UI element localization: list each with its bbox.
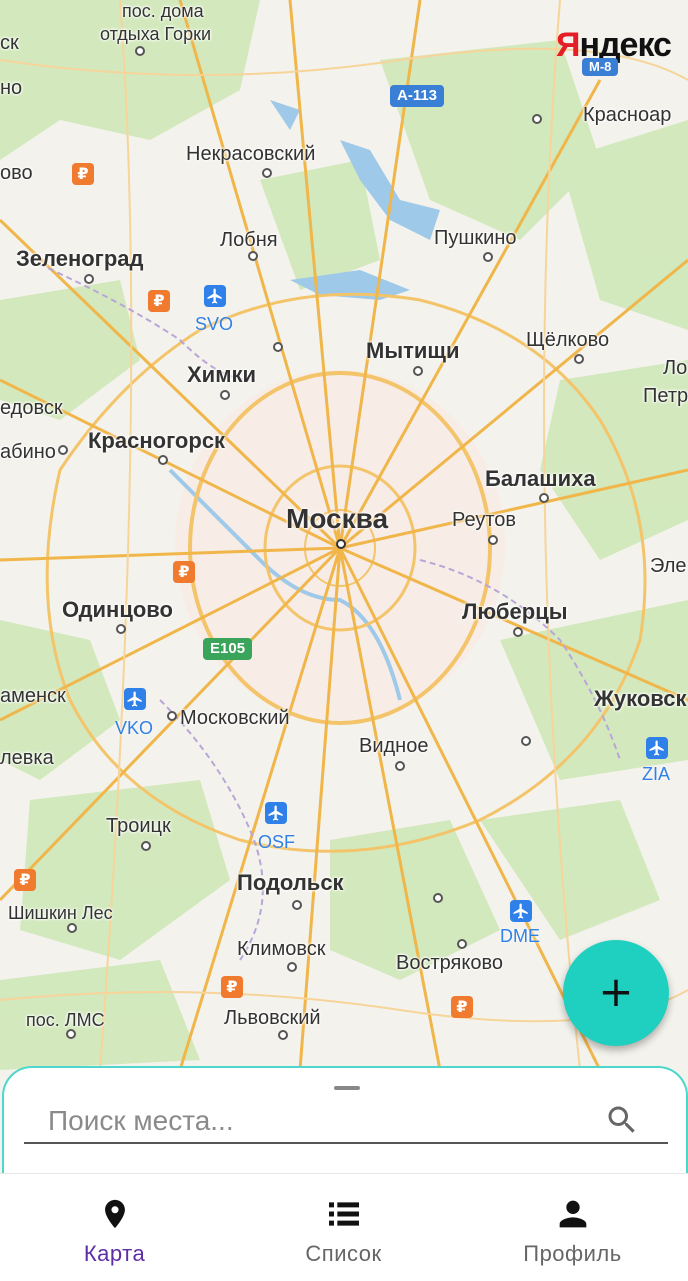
- place-label: пос. дома: [122, 1, 204, 21]
- place-label: отдыха Горки: [100, 24, 212, 44]
- place-label: но: [0, 77, 23, 99]
- nav-item-list[interactable]: Список: [229, 1174, 458, 1281]
- sheet-drag-handle[interactable]: [334, 1086, 360, 1090]
- place-dot: [574, 354, 584, 364]
- add-place-button[interactable]: +: [563, 940, 669, 1046]
- place-dot: [141, 841, 151, 851]
- place-label: Видное: [359, 735, 429, 757]
- airport-code: VKO: [115, 718, 154, 738]
- place-label: абино: [0, 441, 56, 463]
- place-dot: [395, 761, 405, 771]
- place-label: едовск: [0, 397, 63, 419]
- search-icon[interactable]: [604, 1102, 640, 1143]
- place-dot: [433, 893, 443, 903]
- place-dot: [66, 1029, 76, 1039]
- nav-label: Профиль: [523, 1241, 622, 1266]
- nav-item-map[interactable]: Карта: [0, 1174, 229, 1281]
- place-dot: [532, 114, 542, 124]
- place-label: Ло: [663, 357, 688, 379]
- ruble-marker-icon[interactable]: ₽: [451, 996, 473, 1018]
- ruble-marker-icon[interactable]: ₽: [148, 290, 170, 312]
- place-dot: [513, 627, 523, 637]
- place-label: Зеленоград: [16, 246, 144, 271]
- place-dot: [521, 736, 531, 746]
- search-input[interactable]: [24, 1100, 610, 1142]
- place-label: Люберцы: [462, 599, 568, 624]
- place-label: Востряково: [396, 952, 503, 974]
- nav-label: Карта: [83, 1241, 146, 1266]
- airport-code: SVO: [195, 314, 234, 334]
- place-dot: [58, 445, 68, 455]
- list-icon: [324, 1194, 364, 1239]
- place-label: Балашиха: [485, 466, 596, 491]
- place-label-moscow: Москва: [286, 503, 389, 534]
- person-icon: [553, 1194, 593, 1239]
- place-label: Жуковск: [594, 686, 687, 711]
- airport-code: DME: [500, 926, 540, 946]
- place-label: Мытищи: [366, 338, 460, 363]
- airport-code: ZIA: [642, 764, 671, 784]
- place-dot: [292, 900, 302, 910]
- place-label: Химки: [187, 362, 257, 387]
- nav-item-profile[interactable]: Профиль: [458, 1174, 687, 1281]
- airplane-icon[interactable]: [646, 737, 668, 759]
- airplane-icon[interactable]: [124, 688, 146, 710]
- place-label: пос. ЛМС: [26, 1010, 105, 1030]
- map-pin-icon: [98, 1194, 132, 1239]
- ruble-marker-icon[interactable]: ₽: [72, 163, 94, 185]
- place-label: Московский: [180, 707, 290, 729]
- bottom-navigation: Карта Список Профиль: [0, 1173, 688, 1281]
- place-dot: [116, 624, 126, 634]
- place-label: Подольск: [237, 870, 344, 895]
- place-label: левка: [0, 747, 54, 769]
- place-label: Красноар: [583, 104, 672, 126]
- place-label: Шишкин Лес: [8, 903, 113, 923]
- place-label: Щёлково: [526, 329, 610, 351]
- road-sign-m8: M-8: [582, 58, 619, 76]
- place-dot: [539, 493, 549, 503]
- place-label: Эле: [650, 555, 687, 577]
- place-dot: [278, 1030, 288, 1040]
- airplane-icon[interactable]: [510, 900, 532, 922]
- place-label: Львовский: [224, 1007, 321, 1029]
- place-dot: [483, 252, 493, 262]
- place-label: Троицк: [106, 815, 171, 837]
- place-dot: [287, 962, 297, 972]
- place-label: Лобня: [220, 229, 278, 251]
- ruble-marker-icon[interactable]: ₽: [14, 869, 36, 891]
- place-label: ово: [0, 162, 33, 184]
- ruble-marker-icon[interactable]: ₽: [221, 976, 243, 998]
- place-label: ск: [0, 32, 19, 54]
- airplane-icon[interactable]: [265, 802, 287, 824]
- place-label: Реутов: [452, 509, 517, 531]
- place-dot: [135, 46, 145, 56]
- place-dot: [167, 711, 177, 721]
- place-label: Пушкино: [434, 227, 517, 249]
- place-dot: [158, 455, 168, 465]
- road-sign-a113: A-113: [390, 85, 445, 107]
- place-label: Петр: [643, 385, 688, 407]
- ruble-marker-icon[interactable]: ₽: [173, 561, 195, 583]
- airplane-icon[interactable]: [204, 285, 226, 307]
- place-label: Красногорск: [88, 428, 226, 453]
- bottom-sheet[interactable]: [2, 1066, 688, 1188]
- place-dot: [413, 366, 423, 376]
- place-dot: [67, 923, 77, 933]
- place-dot: [457, 939, 467, 949]
- moscow-center-dot: [336, 539, 346, 549]
- place-label: Одинцово: [62, 597, 173, 622]
- place-label: Климовск: [237, 938, 326, 960]
- search-bar: [24, 1100, 668, 1144]
- place-dot: [262, 168, 272, 178]
- place-dot: [273, 342, 283, 352]
- place-dot: [248, 251, 258, 261]
- airport-code: OSF: [258, 832, 296, 852]
- road-sign-e105: E105: [203, 638, 253, 660]
- nav-label: Список: [305, 1241, 382, 1266]
- place-dot: [488, 535, 498, 545]
- place-label: Некрасовский: [186, 143, 316, 165]
- place-dot: [84, 274, 94, 284]
- place-dot: [220, 390, 230, 400]
- place-label: аменск: [0, 685, 66, 707]
